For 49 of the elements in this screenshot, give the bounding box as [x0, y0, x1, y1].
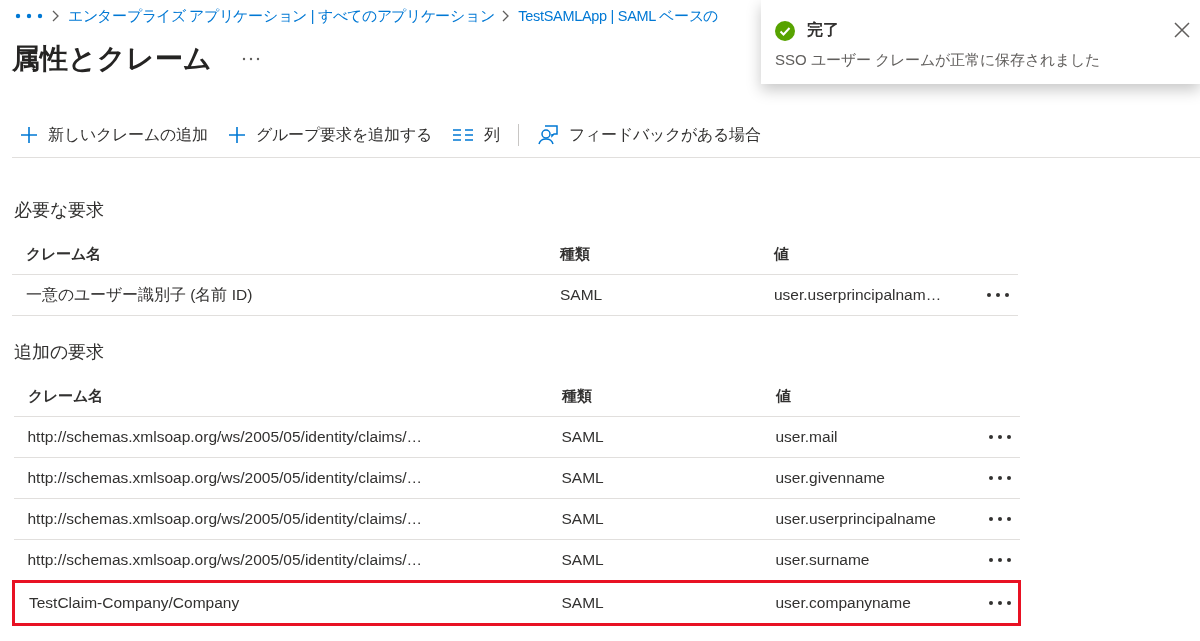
- toast-message: SSO ユーザー クレームが正常に保存されました: [775, 51, 1101, 70]
- more-icon[interactable]: [986, 292, 1010, 298]
- breadcrumb-link[interactable]: TestSAMLApp | SAML ベースの: [518, 6, 719, 26]
- table-cell: SAML: [547, 416, 762, 458]
- check-icon: [775, 20, 795, 41]
- toolbar-button[interactable]: 新しいクレームの追加: [12, 117, 216, 153]
- table-cell: http://schemas.xmlsoap.org/ws/2005/05/identity/claims/…: [13, 539, 548, 582]
- table-cell: SAML: [547, 581, 762, 625]
- table-cell: user.surname: [761, 539, 980, 582]
- column-header: 種類: [547, 376, 762, 417]
- column-header: 種類: [546, 234, 760, 275]
- more-icon[interactable]: [987, 557, 1012, 563]
- more-icon[interactable]: [987, 516, 1012, 522]
- section-title: 必要な要求: [14, 199, 105, 222]
- column-header: クレーム名: [13, 376, 548, 417]
- table-cell: user.mail: [761, 416, 980, 458]
- column-header: クレーム名: [12, 234, 546, 275]
- section-title: 追加の要求: [14, 341, 105, 364]
- more-icon[interactable]: [987, 600, 1012, 606]
- page-title: 属性とクレーム: [12, 42, 212, 76]
- table-cell: SAML: [547, 457, 762, 499]
- list-icon: [452, 128, 474, 142]
- toolbar-button[interactable]: 列: [444, 117, 508, 153]
- table-cell: user.userprincipalname: [761, 498, 980, 540]
- column-header: 値: [761, 376, 980, 417]
- column-header: 値: [760, 234, 978, 275]
- table-cell: http://schemas.xmlsoap.org/ws/2005/05/identity/claims/…: [13, 457, 548, 499]
- table-cell: SAML: [547, 539, 762, 582]
- chevron-icon: [51, 10, 61, 22]
- toolbar-button[interactable]: グループ要求を追加する: [220, 117, 440, 153]
- more-icon[interactable]: [987, 475, 1012, 481]
- toolbar-button[interactable]: フィードバックがある場合: [529, 117, 769, 153]
- more-icon[interactable]: [987, 434, 1012, 440]
- table-cell: 一意のユーザー識別子 (名前 ID): [12, 274, 546, 316]
- table-cell: http://schemas.xmlsoap.org/ws/2005/05/identity/claims/…: [13, 498, 548, 540]
- table-cell: SAML: [547, 498, 762, 540]
- toast-title: 完了: [807, 20, 839, 40]
- table-cell: user.companyname: [761, 581, 980, 625]
- plus-icon: [228, 126, 246, 144]
- table-cell: SAML: [546, 274, 760, 316]
- close-button[interactable]: [1172, 20, 1192, 40]
- more-icon[interactable]: [242, 56, 260, 62]
- table-cell: http://schemas.xmlsoap.org/ws/2005/05/identity/claims/…: [13, 416, 548, 458]
- table-cell: TestClaim-Company/Company: [13, 581, 548, 625]
- plus-icon: [20, 126, 38, 144]
- feedback-icon: [537, 124, 559, 146]
- table-cell: user.givenname: [761, 457, 980, 499]
- table-cell: user.userprincipalnam…: [760, 274, 978, 316]
- breadcrumb-link[interactable]: エンタープライズ アプリケーション | すべてのアプリケーション: [68, 6, 495, 26]
